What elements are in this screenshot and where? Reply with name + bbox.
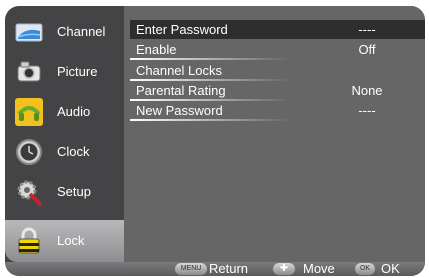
return-label: Return	[209, 261, 249, 276]
menu-row-label: Enter Password	[136, 22, 228, 37]
channel-icon	[14, 17, 44, 47]
menu-row-label: Channel Locks	[136, 63, 222, 78]
sidebar-item-label: Picture	[57, 64, 98, 79]
bottom-hint-bar: MENU Return ✚ Move OK OK	[5, 262, 425, 276]
picture-icon	[14, 57, 44, 87]
sidebar-item-label: Channel	[57, 24, 106, 39]
menu-row-enter-password[interactable]: Enter Password ----	[130, 20, 425, 39]
menu-row-label: Parental Rating	[136, 83, 226, 98]
setup-icon	[14, 177, 44, 207]
menu-row-value: ----	[358, 22, 376, 37]
move-label: Move	[303, 261, 335, 276]
sidebar-item-label: Lock	[57, 233, 85, 248]
sidebar-item-picture[interactable]: Picture	[5, 52, 124, 92]
menu-row-label: Enable	[136, 42, 177, 57]
osd-window: Channel Picture Audio Clock Setup Lock E…	[5, 6, 425, 276]
sidebar-item-label: Audio	[57, 104, 91, 119]
menu-row-new-password[interactable]: New Password ----	[130, 101, 425, 121]
ok-key-icon: OK	[355, 263, 375, 275]
menu-row-value: ----	[358, 103, 376, 118]
audio-icon	[14, 97, 44, 127]
ok-label: OK	[381, 261, 400, 276]
menu-row-enable[interactable]: Enable Off	[130, 40, 425, 60]
return-hint[interactable]: MENU Return	[175, 262, 265, 276]
clock-icon	[14, 137, 44, 167]
menu-row-channel-locks[interactable]: Channel Locks	[130, 61, 425, 81]
sidebar-item-audio[interactable]: Audio	[5, 92, 124, 132]
ok-hint[interactable]: OK OK	[355, 262, 415, 276]
menu-row-label: New Password	[136, 103, 223, 118]
menu-key-icon: MENU	[175, 263, 207, 275]
row-divider	[130, 58, 290, 60]
move-key-icon: ✚	[273, 263, 295, 275]
sidebar-item-lock[interactable]: Lock	[5, 220, 124, 262]
sidebar-item-clock[interactable]: Clock	[5, 132, 124, 172]
sidebar: Channel Picture Audio Clock Setup Lock	[5, 6, 124, 262]
menu-row-value: None	[351, 83, 383, 98]
move-hint[interactable]: ✚ Move	[273, 262, 343, 276]
tv-osd-screen: Channel Picture Audio Clock Setup Lock E…	[0, 0, 429, 278]
sidebar-item-label: Clock	[57, 144, 90, 159]
sidebar-item-label: Setup	[57, 184, 91, 199]
sidebar-item-channel[interactable]: Channel	[5, 12, 124, 52]
menu-row-parental-rating[interactable]: Parental Rating None	[130, 81, 425, 101]
lock-icon	[14, 226, 44, 256]
menu-row-value: Off	[358, 42, 376, 57]
sidebar-item-setup[interactable]: Setup	[5, 172, 124, 212]
row-divider	[130, 119, 290, 121]
lock-menu-panel: Enter Password ---- Enable Off Channel L…	[124, 6, 425, 262]
